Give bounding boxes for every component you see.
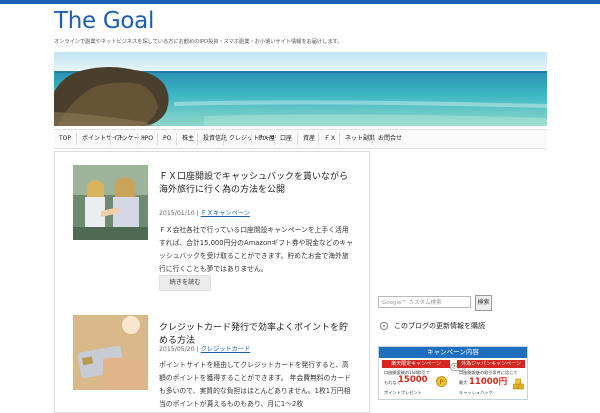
post-date: 2015/05/20: [159, 346, 195, 353]
nav-item-assets[interactable]: 資産: [303, 130, 315, 148]
nav-separator: [251, 133, 252, 145]
banner-right-line3: キャッシュバック: [459, 390, 493, 395]
top-accent-bar: [0, 0, 600, 4]
post-meta: 2015/01/10 | ＦＸキャンペーン: [159, 210, 250, 217]
nav-separator: [339, 133, 340, 145]
post-meta: 2015/05/20 | クレジットカード: [159, 346, 251, 353]
banner-left-amount: 15000: [398, 375, 428, 385]
banner-left-offer: 楽天限定キャンペーン 口座開設後の1lot取引で もれなく 15000 ポイント…: [382, 360, 450, 398]
nav-item-po[interactable]: PO: [163, 130, 171, 148]
nav-item-net-side-job[interactable]: ネット副業: [345, 130, 375, 148]
nav-item-ipo[interactable]: IPO: [143, 130, 153, 148]
nav-item-survey[interactable]: アンケート: [116, 130, 146, 148]
nav-separator: [318, 133, 319, 145]
banner-right-line2: 最大: [459, 380, 468, 385]
nav-separator: [137, 133, 138, 145]
read-more-button[interactable]: 続きを読む: [159, 275, 211, 291]
nav-separator: [223, 133, 224, 145]
svg-text:P: P: [440, 379, 444, 386]
nav-item-top[interactable]: TOP: [59, 130, 71, 148]
nav-separator: [176, 133, 177, 145]
post-thumbnail[interactable]: [73, 165, 148, 240]
gold-bars-icon: [513, 378, 524, 390]
banner-right-offer: 外為ジャパンキャンペーン 口座開設後の取引条件に応じて 最大 11000円 キャ…: [457, 360, 525, 398]
post-excerpt: ポイントサイトを経由してクレジットカードを発行すると、高額のポイントを獲得するこ…: [159, 361, 351, 408]
banner-heading: キャンペーン内容: [379, 347, 527, 358]
nav-separator: [197, 133, 198, 145]
nav-separator: [274, 133, 275, 145]
rss-subscribe[interactable]: このブログの更新情報を購読: [380, 321, 485, 331]
main-content: ＦＸ口座開設でキャッシュバックを貰いながら海外旅行に行く為の方法を公開 2015…: [54, 151, 370, 413]
site-title[interactable]: The Goal: [54, 7, 154, 35]
post-category-link[interactable]: ＦＸキャンペーン: [201, 210, 250, 217]
post-thumbnail[interactable]: [73, 315, 148, 390]
post-date: 2015/01/10: [159, 210, 195, 217]
campaign-banner[interactable]: キャンペーン内容 楽天限定キャンペーン 口座開設後の1lot取引で もれなく 1…: [378, 346, 528, 400]
site-tagline: オンラインで副業やネットビジネスを探している方にお勧めのIPO投資・スマホ副業・…: [54, 39, 343, 45]
post-category-link[interactable]: クレジットカード: [201, 346, 251, 353]
banner-right-tag: 外為ジャパンキャンペーン: [457, 360, 525, 368]
nav-item-shareholder[interactable]: 株主: [182, 130, 194, 148]
nav-item-fx-shop[interactable]: ＦＸ屋: [257, 130, 275, 148]
nav-separator: [157, 133, 158, 145]
nav-separator: [372, 133, 373, 145]
post-excerpt: ＦＸ会社各社で行っている口座開設キャンペーンを上手く活用すれば、合計15,000…: [159, 226, 353, 273]
nav-item-contact[interactable]: お問合せ: [378, 130, 402, 148]
rss-icon: [380, 322, 388, 330]
nav-separator: [76, 133, 77, 145]
coin-icon: P: [436, 376, 447, 387]
main-nav: TOP ポイントサイト アンケート IPO PO 株主 投資信託 クレジットカー…: [54, 129, 547, 149]
banner-left-line3: ポイントプレゼント: [384, 390, 422, 395]
rss-label: このブログの更新情報を購読: [394, 322, 485, 330]
nav-separator: [110, 133, 111, 145]
nav-item-account[interactable]: 口座: [280, 130, 292, 148]
search-input[interactable]: Google™ カスタム検索: [378, 296, 471, 308]
search-button[interactable]: 検索: [475, 295, 492, 311]
nav-separator: [297, 133, 298, 145]
banner-left-tag: 楽天限定キャンペーン: [382, 360, 450, 368]
post-title[interactable]: ＦＸ口座開設でキャッシュバックを貰いながら海外旅行に行く為の方法を公開: [159, 171, 349, 197]
banner-right-amount: 11000円: [469, 377, 508, 387]
nav-item-fx[interactable]: ＦＸ: [324, 130, 336, 148]
header-image: [54, 52, 547, 126]
